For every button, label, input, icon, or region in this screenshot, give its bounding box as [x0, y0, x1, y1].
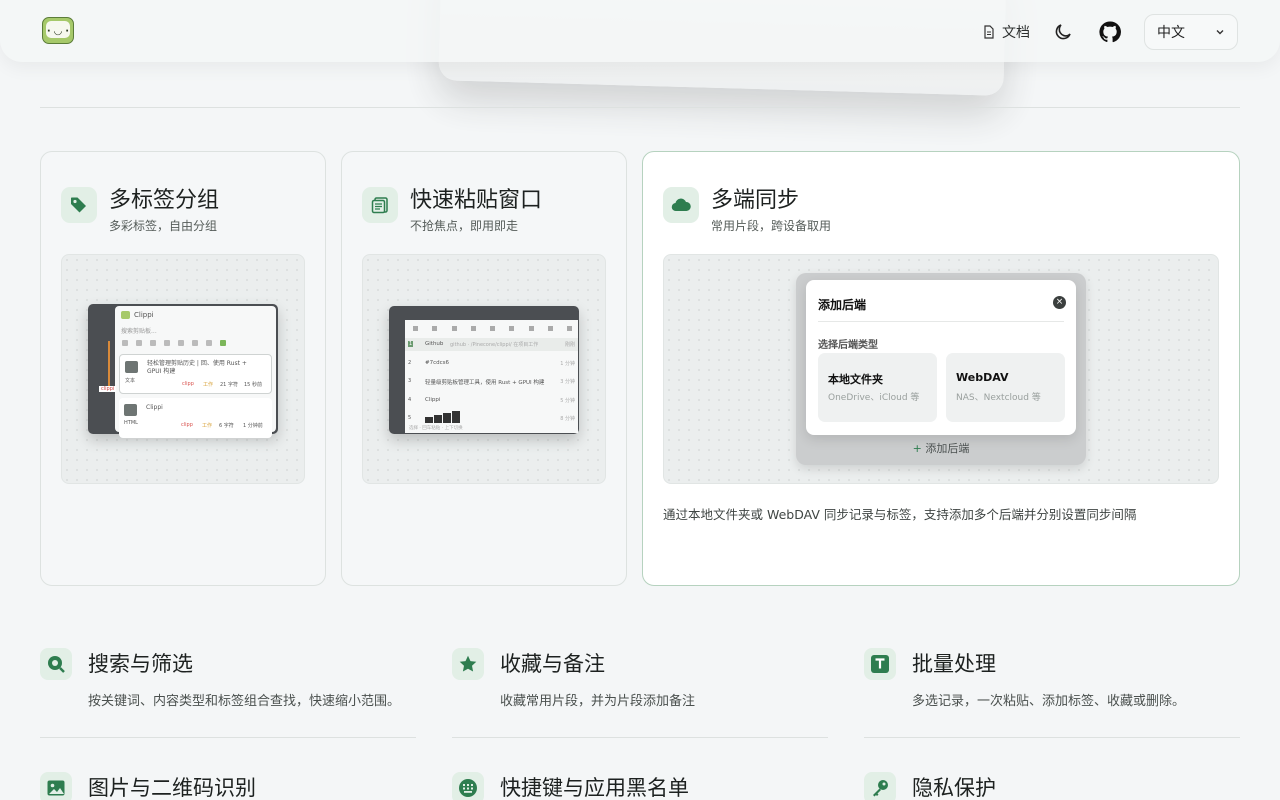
mock-row-num: 1	[408, 341, 414, 347]
mock-row-time: 3 分钟	[560, 379, 575, 385]
mock-row-time: 5 分钟	[560, 398, 575, 404]
backend-option-local-folder[interactable]: 本地文件夹 OneDrive、iCloud 等	[818, 353, 937, 422]
mock-meta: 6 字符	[219, 423, 234, 429]
card-preview-image: 1 Github github · /Pinecone/clippi/ 在项目工…	[362, 254, 606, 484]
clippi-window-mock: Clippi 搜索剪贴板... 文本 轻松管理剪贴历史 | 回、使用 Rust …	[88, 304, 278, 438]
card-preview-image: Clippi 搜索剪贴板... 文本 轻松管理剪贴历史 | 回、使用 Rust …	[61, 254, 305, 484]
mock-text: Clippi	[146, 404, 163, 411]
mock-row-time: 刚刚	[564, 342, 575, 348]
backend-option-webdav[interactable]: WebDAV NAS、Nextcloud 等	[946, 353, 1065, 422]
image-icon	[40, 772, 72, 800]
feature-card-quick-paste[interactable]: 快速粘贴窗口 不抢焦点，即用即走 1 Github github · /Pine…	[341, 151, 627, 586]
document-icon	[984, 25, 994, 39]
dialog-divider	[818, 321, 1064, 322]
feature-title: 图片与二维码识别	[88, 776, 256, 800]
add-backend-label: 添加后端	[925, 442, 970, 455]
docs-label: 文档	[1002, 25, 1030, 41]
language-select[interactable]: 中文	[1144, 14, 1238, 50]
mock-tag: clipp	[182, 381, 194, 387]
dialog-section-label: 选择后端类型	[818, 340, 878, 351]
card-subtitle: 多彩标签，自由分组	[109, 219, 218, 233]
mock-text: 轻松管理剪贴历史 | 回、使用 Rust + GPUI 构建	[147, 360, 247, 375]
option-hint: NAS、Nextcloud 等	[956, 393, 1041, 403]
option-hint: OneDrive、iCloud 等	[828, 393, 920, 403]
mock-row-time: 8 分钟	[560, 416, 575, 422]
feature-divider	[452, 737, 828, 738]
dialog-title: 添加后端	[818, 298, 867, 312]
cloud-icon	[663, 187, 699, 223]
mock-meta: 21 字符	[220, 382, 238, 388]
card-subtitle: 常用片段，跨设备取用	[711, 219, 832, 233]
feature-desc: 按关键词、内容类型和标签组合查找，快速缩小范围。	[88, 694, 401, 709]
section-divider	[40, 107, 1240, 108]
feature-card-sync[interactable]: 多端同步 常用片段，跨设备取用 添加后端 × 选择后端类型 本地文件夹 OneD…	[642, 151, 1240, 586]
mock-item: HTML Clippi clipp 工作 6 字符 1 分钟前	[119, 398, 272, 438]
language-value: 中文	[1157, 25, 1185, 41]
card-description: 通过本地文件夹或 WebDAV 同步记录与标签，支持添加多个后端并分别设置同步间…	[663, 507, 1137, 522]
mock-search: 搜索剪贴板...	[121, 328, 157, 335]
mock-footer: 选择 · 回车粘贴 · 上下切换	[409, 426, 463, 431]
feature-title: 批量处理	[912, 652, 996, 676]
mock-row-text: #7cdcs6	[425, 360, 450, 366]
text-t-icon	[864, 648, 896, 680]
mock-row-text: Github	[425, 341, 444, 347]
mock-row-text: 轻量级剪贴板管理工具，使用 Rust + GPUI 构建	[425, 380, 545, 386]
card-title: 多标签分组	[109, 188, 220, 213]
mock-app-name: Clippi	[134, 311, 154, 319]
feature-desc: 多选记录，一次粘贴、添加标签、收藏或删除。	[912, 694, 1186, 709]
add-backend-dialog: 添加后端 × 选择后端类型 本地文件夹 OneDrive、iCloud 等 We…	[806, 280, 1076, 435]
top-nav: · ◡ · 文档 中文	[0, 0, 1280, 62]
card-preview-image: 添加后端 × 选择后端类型 本地文件夹 OneDrive、iCloud 等 We…	[663, 254, 1219, 484]
chevron-down-icon	[1216, 30, 1224, 35]
mock-row-time: 1 分钟	[560, 361, 575, 367]
feature-divider	[864, 737, 1240, 738]
mock-type: HTML	[124, 420, 138, 426]
key-icon	[864, 772, 896, 800]
search-icon	[40, 648, 72, 680]
theme-toggle-button[interactable]	[1052, 20, 1076, 44]
feature-title: 隐私保护	[912, 776, 996, 800]
card-subtitle: 不抢焦点，即用即走	[410, 219, 519, 233]
mock-row-num: 2	[408, 360, 412, 366]
github-link[interactable]	[1098, 20, 1122, 44]
mock-meta: 1 分钟前	[243, 423, 263, 429]
mock-meta: 15 秒前	[244, 382, 262, 388]
tag-icon	[61, 187, 97, 223]
mock-row-num: 4	[408, 397, 412, 403]
github-icon	[1099, 21, 1121, 43]
mock-item: 文本 轻松管理剪贴历史 | 回、使用 Rust + GPUI 构建 clipp …	[119, 354, 272, 394]
feature-divider	[40, 737, 416, 738]
clipboard-list-icon	[362, 187, 398, 223]
option-name: WebDAV	[956, 371, 1009, 384]
star-icon	[452, 648, 484, 680]
mock-side-tag: clippi	[99, 386, 117, 392]
keyboard-icon	[452, 772, 484, 800]
mock-row-num: 3	[408, 378, 412, 384]
card-title: 快速粘贴窗口	[410, 188, 543, 213]
card-title: 多端同步	[711, 188, 800, 213]
feature-title: 搜索与筛选	[88, 652, 193, 676]
moon-icon	[1055, 24, 1071, 40]
mock-tag: 工作	[202, 423, 213, 429]
close-icon[interactable]: ×	[1053, 296, 1066, 309]
mock-row-hint: github · /Pinecone/clippi/ 在项目工作	[450, 342, 539, 348]
feature-title: 收藏与备注	[500, 652, 605, 676]
add-backend-button[interactable]: + 添加后端	[664, 440, 1086, 456]
plus-icon: +	[912, 442, 926, 455]
option-name: 本地文件夹	[828, 373, 883, 386]
mock-type: 文本	[125, 378, 136, 384]
app-logo[interactable]: · ◡ ·	[42, 17, 74, 44]
quick-paste-window-mock: 1 Github github · /Pinecone/clippi/ 在项目工…	[389, 306, 579, 434]
mock-tag: clipp	[181, 422, 193, 428]
mock-tag: 工作	[203, 382, 214, 388]
feature-title: 快捷键与应用黑名单	[500, 776, 689, 800]
feature-desc: 收藏常用片段，并为片段添加备注	[500, 694, 696, 709]
docs-link[interactable]: 文档	[982, 22, 1030, 42]
mock-row-num: 5	[408, 415, 412, 421]
feature-card-tags[interactable]: 多标签分组 多彩标签，自由分组 Clippi 搜索剪贴板... 文本 轻松管理剪…	[40, 151, 326, 586]
mock-row-text: Clippi	[425, 397, 441, 403]
